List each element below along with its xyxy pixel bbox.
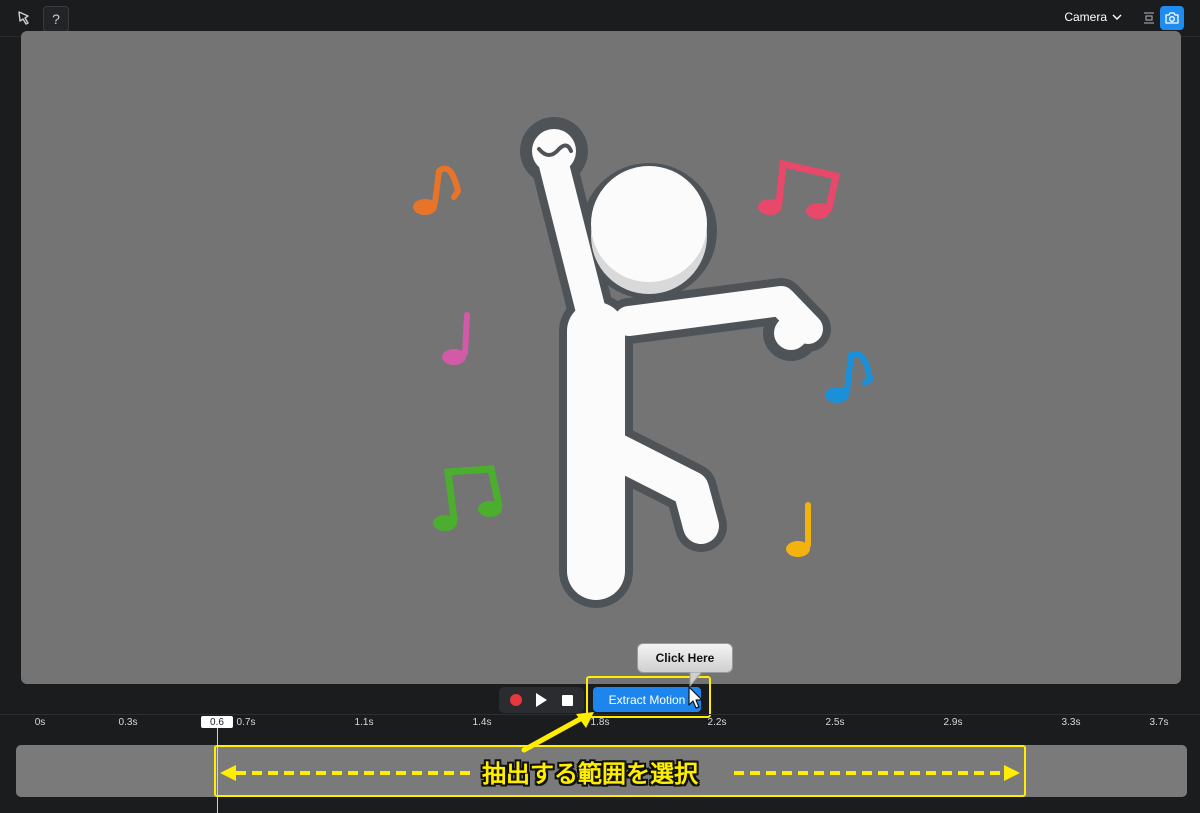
fit-icon[interactable] (1140, 9, 1158, 27)
mouse-cursor-icon (688, 686, 703, 709)
red-note (758, 159, 841, 219)
timeline-ruler[interactable]: 0s 0.3s 0.7s 1.1s 1.4s 1.8s 2.2s 2.5s 2.… (0, 714, 1200, 731)
tick-label: 2.2s (707, 717, 727, 728)
yellow-note (786, 502, 811, 557)
blue-note (825, 351, 874, 403)
tick-label: 1.4s (472, 717, 492, 728)
chevron-down-icon (1112, 14, 1122, 20)
record-button[interactable] (510, 694, 523, 706)
tick-label: 1.1s (354, 717, 374, 728)
help-icon: ? (52, 11, 60, 27)
tick-label: 2.9s (943, 717, 963, 728)
click-here-callout: Click Here (637, 643, 733, 673)
orange-note (413, 165, 462, 215)
camera-button[interactable] (1160, 6, 1184, 30)
tick-label: 3.3s (1061, 717, 1081, 728)
tick-label: 0.3s (118, 717, 138, 728)
help-button[interactable]: ? (43, 6, 69, 32)
stop-button[interactable] (561, 694, 573, 706)
tick-label: 0.7s (236, 717, 256, 728)
camera-select-label: Camera (1064, 10, 1107, 24)
dancing-figure-illustration (413, 117, 874, 608)
tick-label: 3.7s (1149, 717, 1169, 728)
range-selection-label: 抽出する範囲を選択 (482, 760, 698, 788)
callout-pointer (689, 672, 703, 688)
preview-viewport[interactable] (21, 31, 1181, 684)
camera-icon (1165, 12, 1179, 24)
green-note (433, 465, 503, 531)
playhead-label[interactable]: 0.6 (201, 716, 233, 728)
pen-tool-icon[interactable] (12, 6, 36, 30)
camera-select[interactable]: Camera (1064, 10, 1122, 24)
pink-note (442, 312, 470, 365)
play-button[interactable] (536, 693, 548, 707)
tick-label: 2.5s (825, 717, 845, 728)
tick-label: 0s (34, 717, 46, 728)
